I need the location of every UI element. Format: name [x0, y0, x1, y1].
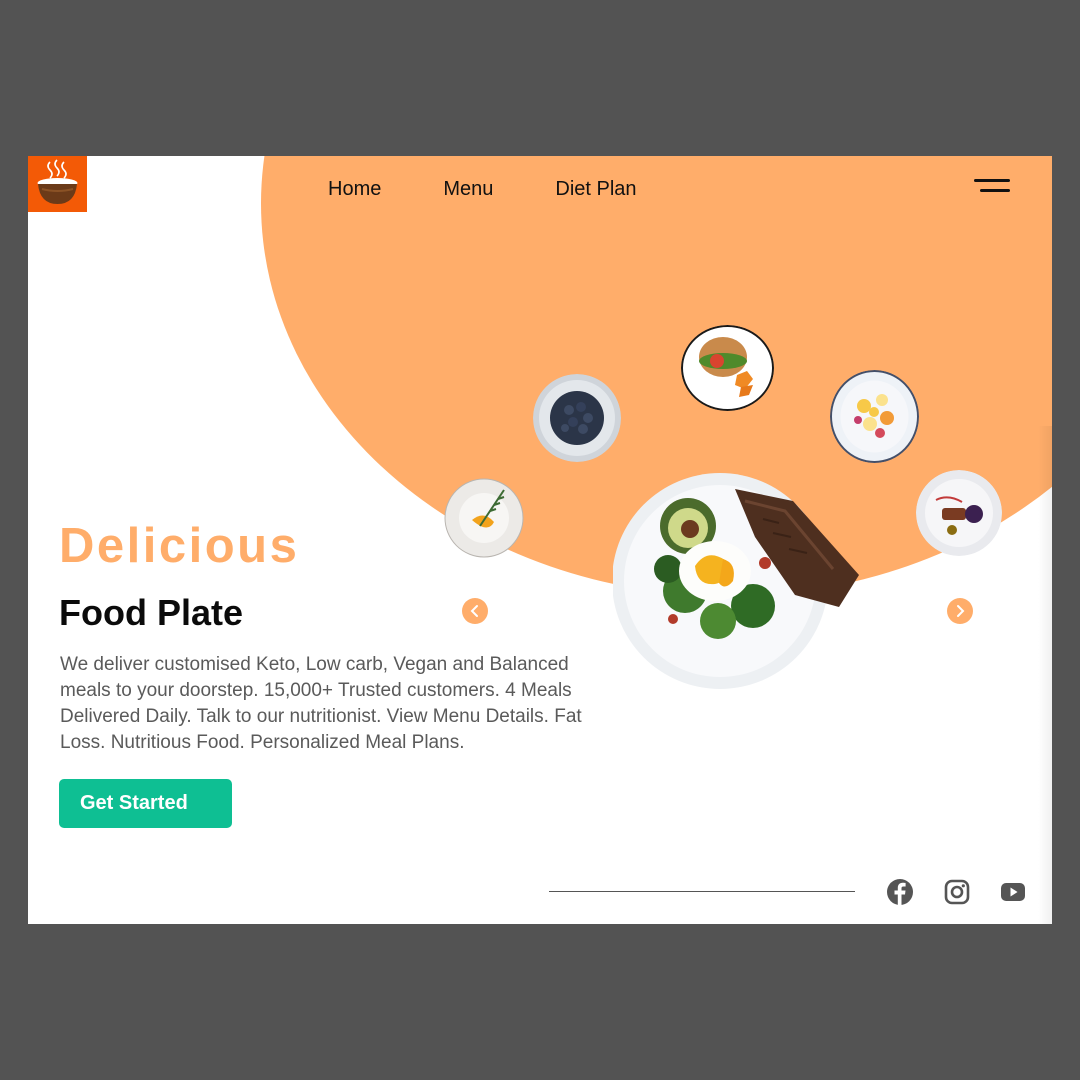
dish-dessert-thumbnail[interactable]	[916, 470, 1002, 556]
nav-item-diet-plan[interactable]: Diet Plan	[555, 178, 636, 201]
hero-title: Food Plate	[59, 592, 244, 633]
landing-page-card: Home Menu Diet Plan Delicious Food Plate…	[28, 156, 1052, 924]
get-started-button[interactable]: Get Started	[59, 779, 232, 828]
instagram-icon[interactable]	[943, 878, 971, 906]
nav-item-menu[interactable]: Menu	[443, 178, 493, 201]
dish-orange-garnish-thumbnail[interactable]	[444, 478, 524, 558]
dish-burger-thumbnail[interactable]	[681, 325, 774, 411]
youtube-icon[interactable]	[999, 878, 1027, 906]
hero-kicker: Delicious	[59, 519, 300, 573]
dish-blueberries-thumbnail[interactable]	[533, 374, 621, 462]
steaming-bowl-icon[interactable]	[28, 156, 87, 212]
hero-description: We deliver customised Keto, Low carb, Ve…	[60, 654, 582, 753]
carousel-next-button[interactable]	[947, 598, 973, 624]
chevron-right-icon	[957, 605, 965, 617]
card-edge-shadow	[1038, 426, 1052, 924]
hamburger-menu-icon[interactable]	[968, 174, 1014, 200]
main-nav: Home Menu Diet Plan	[328, 178, 699, 201]
dish-fruit-salad-thumbnail[interactable]	[830, 370, 919, 463]
carousel-prev-button[interactable]	[462, 598, 488, 624]
footer-divider	[549, 891, 855, 892]
nav-item-home[interactable]: Home	[328, 178, 381, 201]
main-dish-salad-plate	[612, 471, 869, 691]
facebook-icon[interactable]	[886, 878, 914, 906]
chevron-left-icon	[470, 605, 478, 617]
